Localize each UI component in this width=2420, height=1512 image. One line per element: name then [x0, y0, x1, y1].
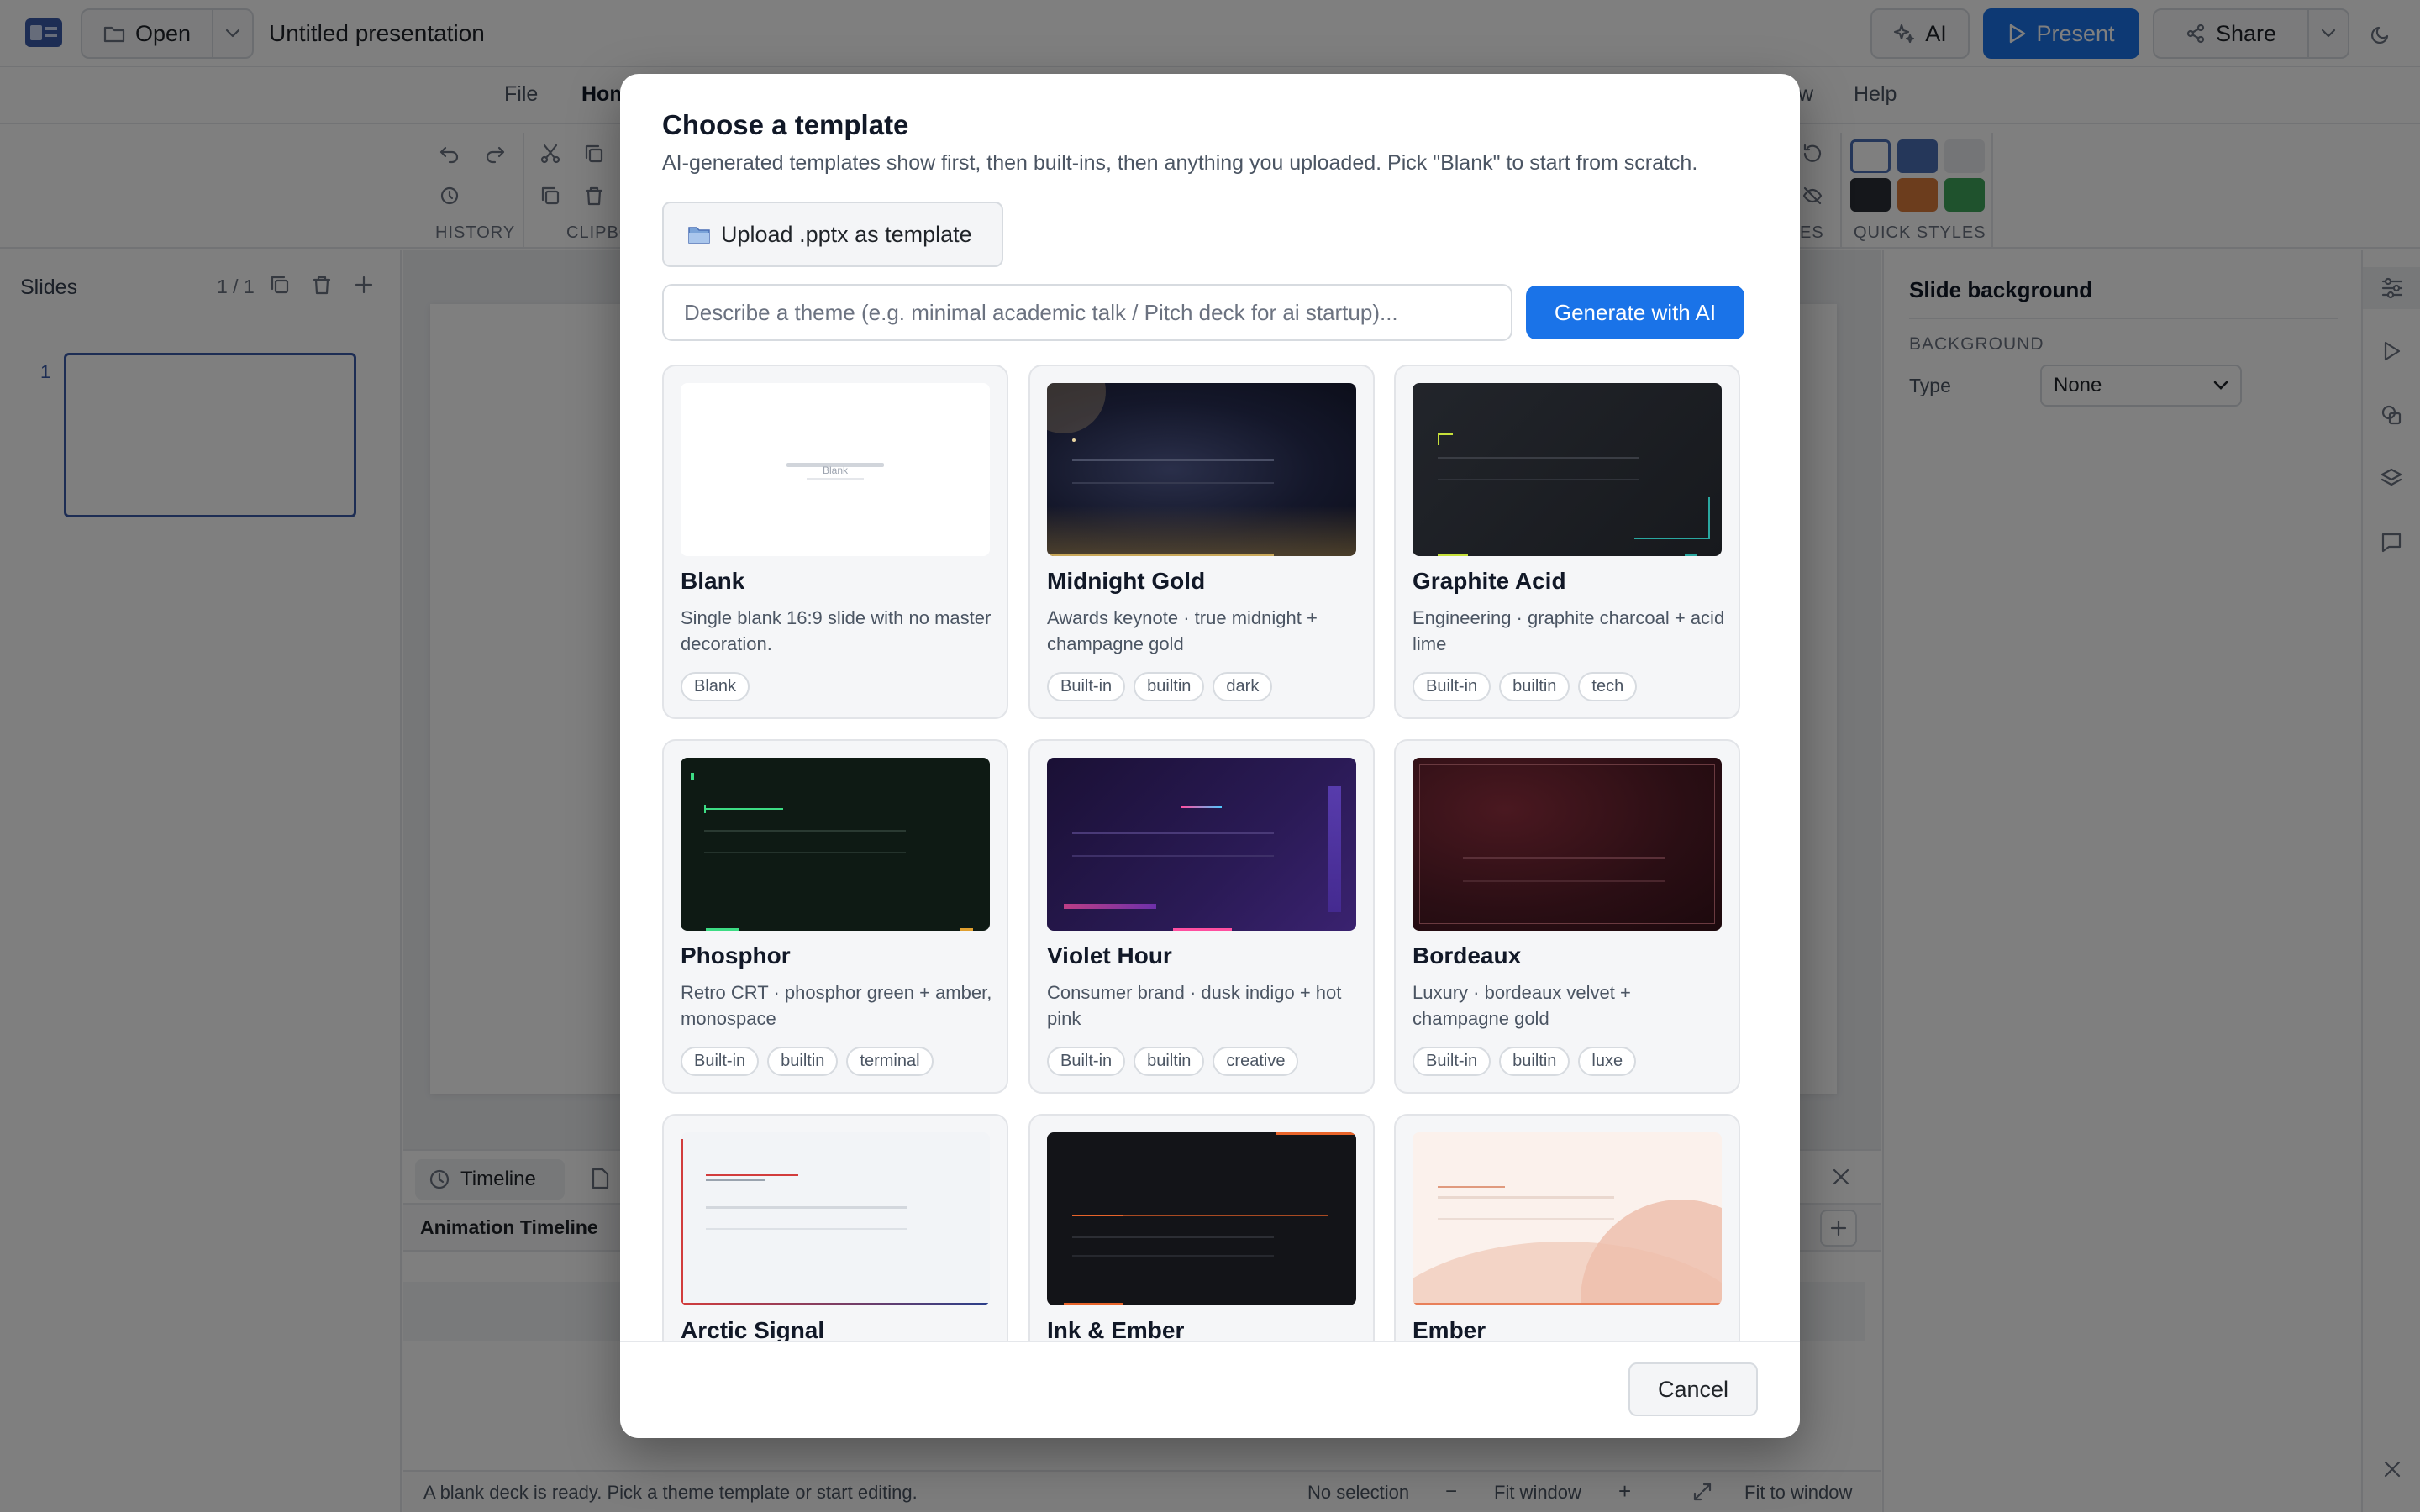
template-name: Bordeaux: [1413, 942, 1522, 969]
template-card-graphite-acid[interactable]: Graphite Acid Engineering · graphite cha…: [1394, 365, 1740, 719]
template-card-blank[interactable]: Blank Blank Single blank 16:9 slide with…: [662, 365, 1008, 719]
template-tag: Blank: [681, 672, 750, 701]
template-card-midnight-gold[interactable]: Midnight Gold Awards keynote · true midn…: [1028, 365, 1375, 719]
template-thumbnail: [1047, 1132, 1356, 1305]
cancel-button[interactable]: Cancel: [1628, 1362, 1758, 1416]
modal-title: Choose a template: [662, 109, 909, 140]
template-tag: dark: [1213, 672, 1273, 701]
template-thumbnail: [1413, 383, 1722, 556]
template-chooser-modal: Choose a template AI-generated templates…: [620, 74, 1800, 1438]
upload-template-button[interactable]: Upload .pptx as template: [662, 202, 1003, 267]
template-tag: Built-in: [1413, 1047, 1491, 1076]
template-name: Violet Hour: [1047, 942, 1172, 969]
template-thumbnail: [1047, 383, 1356, 556]
template-tag: Built-in: [1047, 1047, 1126, 1076]
template-tag: builtin: [1499, 1047, 1570, 1076]
template-thumbnail: [1047, 758, 1356, 931]
template-tag: tech: [1578, 672, 1638, 701]
template-thumbnail: [1413, 1132, 1722, 1305]
template-name: Phosphor: [681, 942, 791, 969]
template-tag: creative: [1213, 1047, 1299, 1076]
template-grid: Blank Blank Single blank 16:9 slide with…: [662, 365, 1761, 1438]
generate-with-ai-button[interactable]: Generate with AI: [1526, 286, 1744, 339]
template-description: Consumer brand · dusk indigo + hot pink: [1047, 982, 1342, 1029]
folder-icon: [688, 227, 710, 244]
theme-description-input[interactable]: [662, 284, 1512, 341]
template-tag: Built-in: [1413, 672, 1491, 701]
template-card-violet-hour[interactable]: Violet Hour Consumer brand · dusk indigo…: [1028, 739, 1375, 1094]
template-tag: builtin: [1134, 672, 1205, 701]
template-name: Blank: [681, 568, 745, 594]
blank-thumb-text: Blank: [822, 465, 849, 476]
template-card-bordeaux[interactable]: Bordeaux Luxury · bordeaux velvet + cham…: [1394, 739, 1740, 1094]
template-tag: builtin: [1134, 1047, 1205, 1076]
template-name: Midnight Gold: [1047, 568, 1206, 594]
modal-footer: [620, 1341, 1800, 1438]
template-card-phosphor[interactable]: Phosphor Retro CRT · phosphor green + am…: [662, 739, 1008, 1094]
template-description: Single blank 16:9 slide with no master d…: [681, 607, 992, 654]
template-tag: luxe: [1578, 1047, 1637, 1076]
template-description: Retro CRT · phosphor green + amber, mono…: [681, 982, 992, 1029]
template-thumbnail: Blank: [681, 383, 990, 556]
template-tag: builtin: [1499, 672, 1570, 701]
template-thumbnail: [1413, 758, 1722, 931]
template-name: Graphite Acid: [1413, 568, 1566, 594]
template-tag: Built-in: [1047, 672, 1126, 701]
template-description: Engineering · graphite charcoal + acid l…: [1413, 607, 1725, 654]
template-description: Luxury · bordeaux velvet + champagne gol…: [1413, 982, 1631, 1029]
upload-label: Upload .pptx as template: [721, 221, 972, 247]
modal-subtitle: AI-generated templates show first, then …: [662, 151, 1698, 175]
template-thumbnail: [681, 1132, 990, 1305]
template-tag: Built-in: [681, 1047, 760, 1076]
template-description: Awards keynote · true midnight + champag…: [1047, 607, 1318, 654]
template-tag: builtin: [767, 1047, 839, 1076]
template-thumbnail: [681, 758, 990, 931]
template-tag: terminal: [846, 1047, 934, 1076]
